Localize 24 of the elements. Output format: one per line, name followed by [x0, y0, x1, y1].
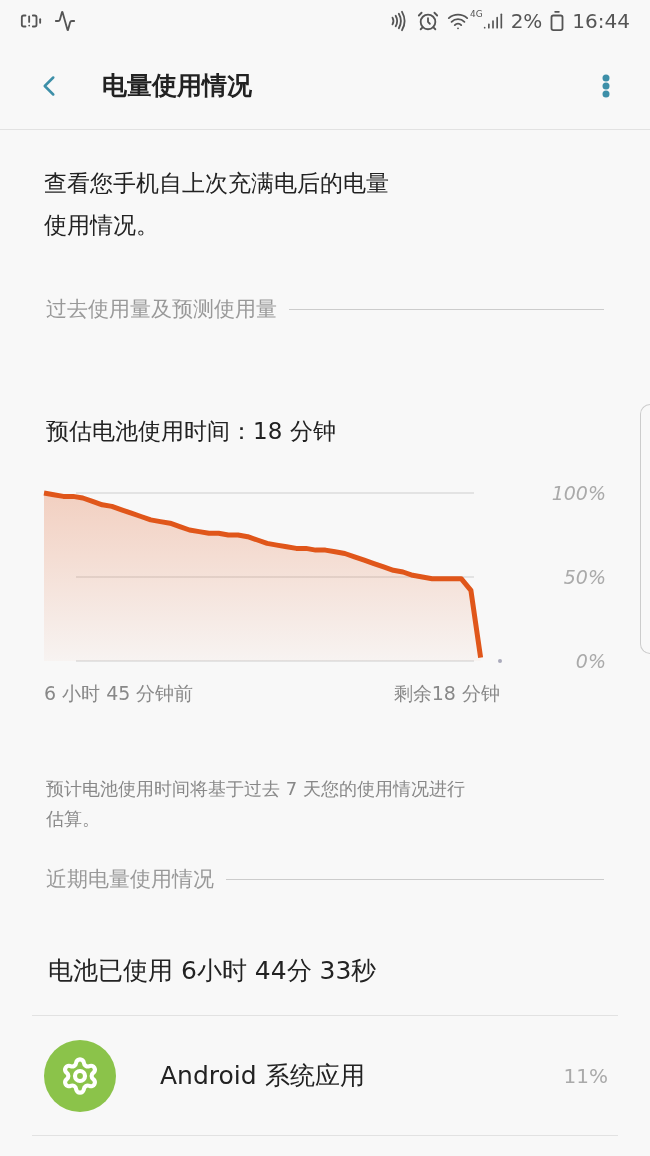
battery-percent: 2% — [510, 8, 543, 35]
usage-duration-text: 电池已使用 6小时 44分 33秒 — [48, 954, 377, 987]
remaining-time-label: 剩余18 分钟 — [393, 682, 500, 704]
section-heading: 过去使用量及预测使用量 — [46, 296, 277, 323]
network-type: 4G — [469, 8, 483, 21]
description-text: 查看您手机自上次充满电后的电量使用情况。 — [44, 169, 390, 240]
app-usage-row[interactable]: Android 系统应用 11% — [32, 1016, 618, 1136]
usage-percent: 11% — [563, 1062, 608, 1090]
app-name: Android 系统应用 — [160, 1059, 365, 1092]
footnote-text: 预计电池使用时间将基于过去 7 天您的使用情况进行估算。 — [46, 777, 466, 831]
alarm-icon — [416, 10, 439, 32]
axis-label: 100% — [551, 482, 606, 504]
page-title: 电量使用情况 — [102, 69, 252, 102]
more-icon — [602, 73, 610, 98]
activity-icon — [54, 10, 76, 32]
more-options-button[interactable] — [602, 73, 610, 98]
forecast-dot — [498, 659, 502, 663]
section-heading: 近期电量使用情况 — [46, 866, 214, 893]
estimate-text: 预估电池使用时间：18 分钟 — [46, 416, 336, 446]
start-time-label: 6 小时 45 分钟前 — [44, 682, 194, 704]
axis-label: 0% — [575, 650, 606, 672]
axis-label: 50% — [563, 566, 606, 588]
clock: 16:44 — [572, 8, 630, 35]
signal-icon — [482, 11, 503, 31]
